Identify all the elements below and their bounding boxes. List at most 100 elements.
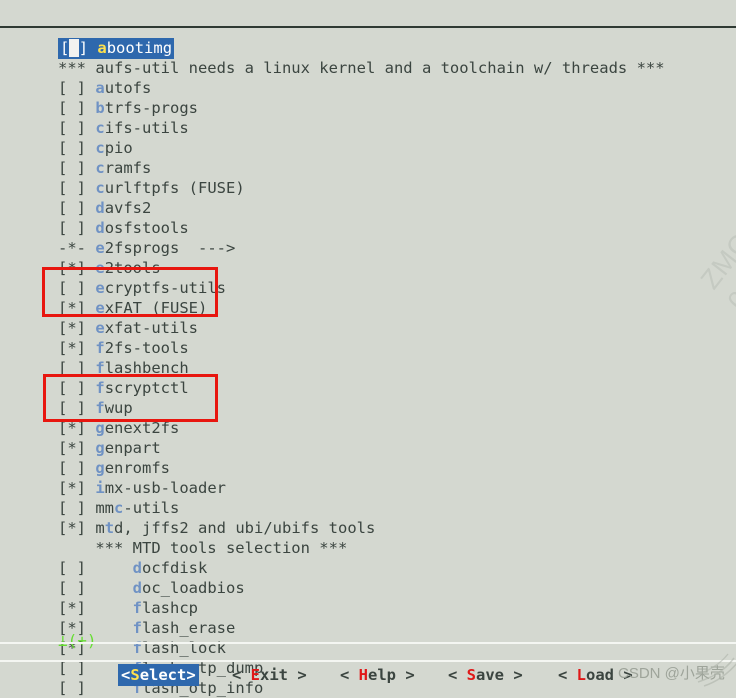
option-hotkey-letter: d — [132, 579, 143, 597]
menu-option-row[interactable]: [*] e2tools — [0, 258, 736, 278]
option-label: utofs — [104, 79, 152, 97]
checkbox-state[interactable]: [ ] — [58, 399, 86, 417]
menu-option-row[interactable]: [ ] curlftpfs (FUSE) — [0, 178, 736, 198]
menu-option-row[interactable]: [ ] cramfs — [0, 158, 736, 178]
menu-option-content: [ ] cpio — [58, 139, 133, 157]
button-label: elp > — [368, 666, 415, 684]
option-hotkey-letter: b — [95, 99, 105, 117]
menu-option-row[interactable]: [ ] davfs2 — [0, 198, 736, 218]
checkbox-state[interactable]: [*] — [58, 479, 86, 497]
checkbox-state[interactable]: [ ] — [58, 359, 86, 377]
checkbox-state[interactable]: [*] — [58, 419, 86, 437]
menu-option-row[interactable]: [ ] ecryptfs-utils — [0, 278, 736, 298]
checkbox-state[interactable]: [*] — [58, 439, 86, 457]
menu-option-row[interactable]: [ ] flashbench — [0, 358, 736, 378]
option-label: enpart — [104, 439, 161, 457]
button-hotkey-letter: H — [358, 666, 369, 684]
menu-option-row[interactable]: [*] genpart — [0, 438, 736, 458]
checkbox-state — [69, 39, 79, 57]
save-button[interactable]: < Save > — [448, 664, 523, 686]
menu-option-row[interactable]: [ ] cpio — [0, 138, 736, 158]
option-label: lashcp — [142, 599, 199, 617]
option-label: mx-usb-loader — [104, 479, 227, 497]
checkbox-state[interactable]: [ ] — [58, 79, 86, 97]
menu-option-row[interactable]: [ ] btrfs-progs — [0, 98, 736, 118]
select-button[interactable]: <Select> — [118, 664, 199, 686]
option-label: scryptctl — [104, 379, 189, 397]
menu-option-row[interactable]: [*] exfat-utils — [0, 318, 736, 338]
menu-option-content: [ ] flashbench — [58, 359, 189, 377]
checkbox-state[interactable]: [ ] — [58, 559, 86, 577]
checkbox-state[interactable]: [ ] — [58, 219, 86, 237]
checkbox-state[interactable]: [ ] — [58, 159, 86, 177]
menu-option-content: [ ] doc_loadbios — [58, 579, 245, 597]
menu-option-row[interactable]: [ ] fscryptctl — [0, 378, 736, 398]
menu-option-row[interactable]: [*] flashcp — [0, 598, 736, 618]
menu-option-row[interactable]: [ ] dosfstools — [0, 218, 736, 238]
option-hotkey-letter: t — [104, 519, 115, 537]
button-hotkey-letter: S — [130, 666, 140, 684]
menu-option-row[interactable]: [ ] doc_loadbios — [0, 578, 736, 598]
menu-option-row[interactable]: [*] f2fs-tools — [0, 338, 736, 358]
load-button[interactable]: < Load > — [558, 664, 633, 686]
checkbox-state[interactable]: [*] — [58, 519, 86, 537]
option-hotkey-letter: f — [132, 619, 143, 637]
option-hotkey-letter: f — [95, 379, 105, 397]
checkbox-state[interactable]: [*] — [58, 339, 86, 357]
menu-option-row[interactable]: [ ] genromfs — [0, 458, 736, 478]
menu-option-row[interactable]: [*] flash_erase — [0, 618, 736, 638]
menuconfig-screen: ZMC 03110 [ ] abootimg *** aufs-util needs… — [0, 0, 736, 697]
checkbox-state[interactable]: [ ] — [58, 279, 86, 297]
help-button[interactable]: < Help > — [340, 664, 415, 686]
option-hotkey-letter: e — [95, 239, 105, 257]
checkbox-state[interactable]: -*- — [58, 239, 86, 257]
checkbox-state[interactable]: [ ] — [58, 459, 86, 477]
menu-option-row[interactable]: [ ] autofs — [0, 78, 736, 98]
checkbox-state[interactable]: [ ] — [58, 379, 86, 397]
menu-option-row[interactable]: -*- e2fsprogs ---> — [0, 238, 736, 258]
checkbox-state[interactable]: [*] — [58, 599, 86, 617]
checkbox-state[interactable]: [ ] — [58, 139, 86, 157]
checkbox-state[interactable]: [ ] — [58, 579, 86, 597]
menu-option-row[interactable]: [*] genext2fs — [0, 418, 736, 438]
menu-option-row[interactable]: [ ] abootimg — [0, 38, 736, 59]
menu-option-row[interactable]: [ ] docfdisk — [0, 558, 736, 578]
checkbox-state[interactable]: [ ] — [58, 499, 86, 517]
menu-comment-text: *** aufs-util needs a linux kernel and a… — [58, 59, 665, 77]
menu-option-row[interactable]: [*] mtd, jffs2 and ubi/ubifs tools — [0, 518, 736, 538]
option-label: lash_erase — [142, 619, 236, 637]
menu-option-content: [ ] docfdisk — [58, 559, 207, 577]
checkbox-state[interactable]: [ ] — [58, 179, 86, 197]
menu-option-row[interactable]: [ ] mmc-utils — [0, 498, 736, 518]
menu-option-row[interactable]: [ ] fwup — [0, 398, 736, 418]
menu-option-row[interactable]: [*] flash_lock — [0, 638, 736, 658]
checkbox-state[interactable]: [ ] — [58, 99, 86, 117]
button-label: ave > — [476, 666, 523, 684]
exit-button[interactable]: < Exit > — [232, 664, 307, 686]
menu-option-row[interactable]: [*] exFAT (FUSE) — [0, 298, 736, 318]
checkbox-state[interactable]: [*] — [58, 319, 86, 337]
checkbox-state[interactable]: [ ] — [58, 119, 86, 137]
checkbox-state[interactable]: [ ] — [58, 199, 86, 217]
option-label: 2fsprogs ---> — [104, 239, 236, 257]
option-label: d, jffs2 and ubi/ubifs tools — [114, 519, 376, 537]
option-hotkey-letter: c — [95, 159, 105, 177]
menu-option-row[interactable]: [ ] cifs-utils — [0, 118, 736, 138]
menu-option-list[interactable]: [ ] abootimg *** aufs-util needs a linux … — [0, 38, 736, 698]
checkbox-state[interactable]: [*] — [58, 259, 86, 277]
menu-option-content: [ ] genromfs — [58, 459, 170, 477]
option-label: -utils — [123, 499, 180, 517]
menu-option-row[interactable]: [*] imx-usb-loader — [0, 478, 736, 498]
option-hotkey-letter: e — [95, 279, 105, 297]
footer-button-bar[interactable]: <Select> < Exit > < Help > < Save > < Load > — [0, 664, 736, 689]
checkbox-state[interactable]: [*] — [58, 299, 86, 317]
option-hotkey-letter: g — [95, 419, 105, 437]
